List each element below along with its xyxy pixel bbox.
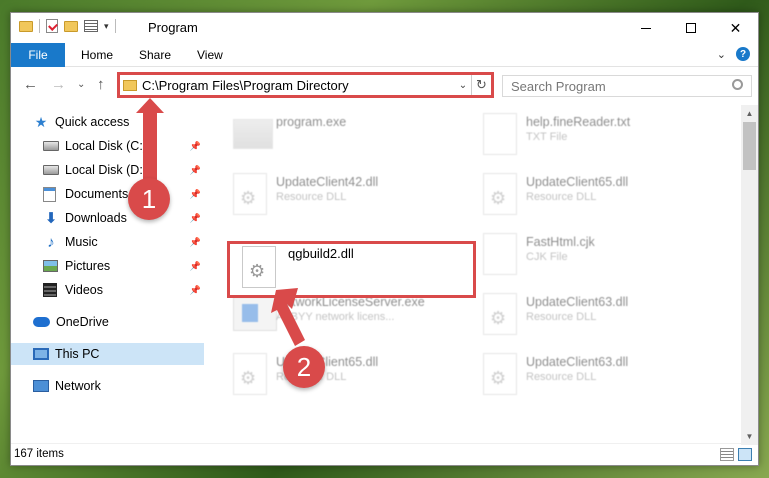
step-badge-2: 2 <box>283 346 325 388</box>
step-badge-1: 1 <box>128 178 170 220</box>
arrow-to-dll-file <box>271 288 305 346</box>
arrow-to-address-bar <box>136 98 164 182</box>
annotation-arrows <box>136 98 305 346</box>
